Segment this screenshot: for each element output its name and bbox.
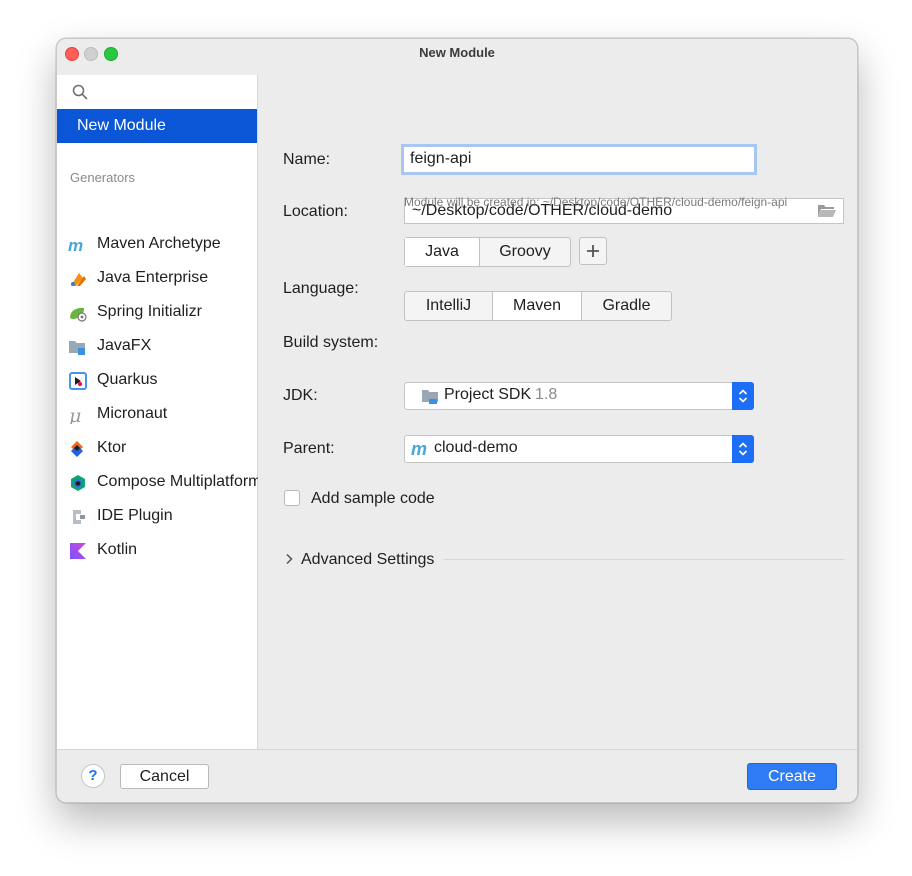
javafx-icon (69, 341, 85, 355)
chevron-right-icon[interactable] (284, 553, 294, 565)
generator-label: Maven Archetype (97, 235, 221, 252)
maven-icon: m (68, 236, 83, 254)
build-system-label: Build system: (283, 334, 379, 351)
build-option-maven[interactable]: Maven (493, 292, 582, 320)
up-down-chevron-icon (738, 389, 748, 403)
language-label: Language: (283, 280, 359, 297)
quarkus-icon (69, 372, 87, 390)
build-option-intellij[interactable]: IntelliJ (405, 292, 493, 320)
search-icon[interactable] (71, 83, 89, 101)
generator-label: Spring Initializr (97, 303, 202, 320)
language-selector: Java Groovy (404, 237, 571, 267)
micronaut-icon: μ (69, 406, 81, 424)
spring-icon (70, 307, 87, 322)
parent-value: cloud-demo (434, 439, 518, 456)
help-button[interactable]: ? (81, 764, 105, 788)
generator-spring-initializr[interactable]: Spring Initializr (57, 296, 257, 330)
location-label: Location: (283, 203, 348, 220)
generator-maven-archetype[interactable]: m Maven Archetype (57, 228, 257, 262)
window-title: New Module (419, 45, 495, 60)
jdk-label: JDK: (283, 387, 318, 404)
language-option-groovy[interactable]: Groovy (480, 238, 570, 266)
sample-code-label[interactable]: Add sample code (311, 490, 435, 508)
name-label: Name: (283, 151, 331, 168)
title-bar: New Module (57, 39, 857, 75)
svg-text:m: m (411, 440, 427, 458)
generator-label: JavaFX (97, 337, 152, 354)
dialog-footer: ? Cancel Create (57, 749, 857, 802)
generator-ide-plugin[interactable]: IDE Plugin (57, 500, 257, 534)
parent-label: Parent: (283, 440, 335, 457)
svg-text:μ: μ (69, 406, 81, 424)
generator-label: Micronaut (97, 405, 168, 422)
build-system-selector: IntelliJ Maven Gradle (404, 291, 672, 321)
compose-icon (71, 475, 85, 491)
generators-header: Generators (70, 170, 136, 185)
generator-ktor[interactable]: Ktor (57, 432, 257, 466)
sdk-folder-icon (422, 390, 438, 404)
jdk-value: Project SDK (444, 386, 532, 403)
up-down-chevron-icon (738, 442, 748, 456)
ide-plugin-icon (73, 510, 85, 524)
kotlin-icon (70, 543, 86, 559)
generator-label: IDE Plugin (97, 507, 173, 524)
jdk-dropdown[interactable]: Project SDK 1.8 (404, 382, 754, 410)
maven-icon: m (411, 440, 427, 458)
advanced-settings-toggle[interactable]: Advanced Settings (301, 551, 434, 569)
generator-micronaut[interactable]: μ Micronaut (57, 398, 257, 432)
generator-kotlin[interactable]: Kotlin (57, 534, 257, 568)
name-input-value: feign-api (410, 150, 472, 167)
sidebar: New Module Generators m Maven Archetype … (57, 75, 262, 749)
generator-compose-multiplatform[interactable]: Compose Multiplatform (57, 466, 262, 500)
name-input[interactable]: feign-api (401, 144, 757, 175)
generator-label: Kotlin (97, 541, 138, 558)
sidebar-item-new-module[interactable]: New Module (57, 109, 257, 143)
build-option-gradle[interactable]: Gradle (582, 292, 671, 320)
generator-quarkus[interactable]: Quarkus (57, 364, 257, 398)
generator-label: Java Enterprise (97, 269, 209, 286)
plus-icon (587, 245, 599, 257)
generator-java-enterprise[interactable]: Java Enterprise (57, 262, 257, 296)
jdk-dropdown-stepper[interactable] (732, 382, 754, 410)
sample-code-checkbox[interactable] (284, 490, 300, 506)
parent-dropdown[interactable]: m cloud-demo (404, 435, 754, 463)
module-form: Name: feign-api Location: ~/Desktop/code… (258, 75, 857, 749)
generator-label: Quarkus (97, 371, 158, 388)
advanced-settings-divider (444, 559, 844, 560)
parent-dropdown-stepper[interactable] (732, 435, 754, 463)
sidebar-item-label: New Module (77, 117, 166, 134)
location-hint: Module will be created in: ~/Desktop/cod… (404, 195, 788, 209)
add-language-button[interactable] (579, 237, 607, 265)
svg-text:m: m (68, 236, 83, 254)
folder-icon[interactable] (817, 203, 837, 219)
generator-label: Ktor (97, 439, 127, 456)
create-button[interactable]: Create (747, 763, 837, 790)
cancel-button[interactable]: Cancel (120, 764, 209, 789)
jdk-version: 1.8 (535, 386, 558, 403)
generator-javafx[interactable]: JavaFX (57, 330, 257, 364)
language-option-java[interactable]: Java (405, 238, 480, 266)
ktor-icon (71, 441, 83, 457)
new-module-dialog: New Module New Module Generators m Maven… (56, 38, 858, 803)
java-enterprise-icon (71, 273, 86, 286)
generator-label: Compose Multiplatform (97, 473, 262, 490)
